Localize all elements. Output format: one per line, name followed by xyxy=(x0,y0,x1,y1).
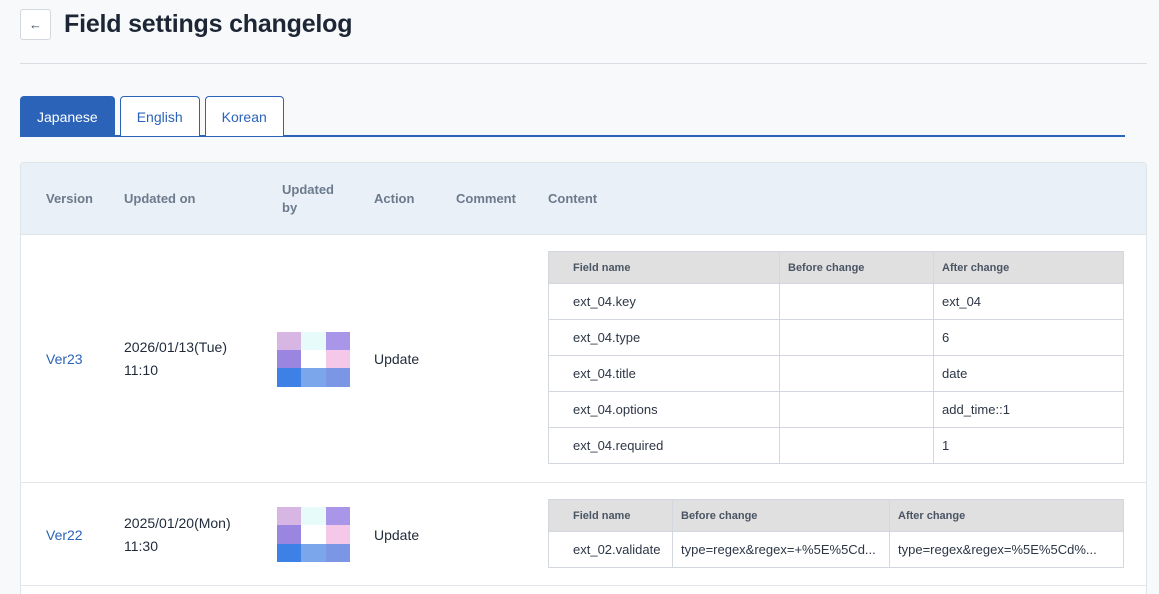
avatar-pixel xyxy=(301,349,326,369)
updated-by-cell xyxy=(277,235,350,483)
avatar-pixel xyxy=(325,507,350,526)
diff-row: ext_04.key ext_04 xyxy=(548,283,1124,320)
changelog-table: Version Updated on Updated by Action Com… xyxy=(20,162,1147,594)
diff-field-name: ext_04.required xyxy=(548,427,780,464)
diff-row: ext_04.options add_time::1 xyxy=(548,391,1124,428)
diff-header-before: Before change xyxy=(779,251,934,284)
diff-before xyxy=(779,355,934,392)
updated-on-cell: 2025/01/20(Mon) 11:30 xyxy=(124,483,231,586)
avatar-pixel xyxy=(325,331,350,350)
column-content: Content xyxy=(548,191,598,206)
diff-header-before: Before change xyxy=(672,499,890,532)
avatar-pixel xyxy=(325,349,350,369)
diff-header-row: Field name Before change After change xyxy=(548,251,1124,284)
diff-before xyxy=(779,427,934,464)
update-time: 11:30 xyxy=(124,537,158,554)
avatar-pixel xyxy=(277,349,302,369)
diff-after: ext_04 xyxy=(933,283,1124,320)
diff-header-field-name: Field name xyxy=(548,499,673,532)
diff-field-name: ext_04.options xyxy=(548,391,780,428)
avatar-pixel xyxy=(277,507,302,526)
column-updated-by-line1: Updated xyxy=(282,182,334,197)
diff-header-field-name: Field name xyxy=(548,251,780,284)
diff-header-after: After change xyxy=(889,499,1124,532)
diff-header-row: Field name Before change After change xyxy=(548,499,1124,532)
arrow-left-icon: ← xyxy=(29,16,42,32)
diff-field-name: ext_04.type xyxy=(548,319,780,356)
update-time: 11:10 xyxy=(124,362,158,378)
diff-field-name: ext_02.validate xyxy=(548,531,673,568)
header-divider xyxy=(20,63,1147,64)
diff-row: ext_04.type 6 xyxy=(548,319,1124,356)
update-date: 2026/01/13(Tue) xyxy=(124,339,227,355)
column-action: Action xyxy=(374,191,415,206)
avatar-pixel xyxy=(301,331,326,350)
avatar-pixel xyxy=(277,525,302,544)
avatar xyxy=(277,507,350,562)
diff-after: date xyxy=(933,355,1124,392)
avatar-pixel xyxy=(301,368,326,387)
table-row: Ver23 2026/01/13(Tue) 11:10 Update Field… xyxy=(21,235,1146,483)
avatar-pixel xyxy=(325,368,350,387)
diff-after: 6 xyxy=(933,319,1124,356)
diff-after: 1 xyxy=(933,427,1124,464)
column-updated-by-line2: by xyxy=(282,200,298,215)
avatar-pixel xyxy=(277,331,302,350)
column-comment: Comment xyxy=(456,191,516,206)
page-header: ← Field settings changelog xyxy=(20,8,352,40)
page-title: Field settings changelog xyxy=(64,9,353,38)
tab-english[interactable]: English xyxy=(119,96,200,136)
diff-before: type=regex&regex=+%5E%5Cd... xyxy=(672,531,890,568)
column-updated-by: Updated by xyxy=(282,163,334,235)
back-button[interactable]: ← xyxy=(20,8,51,40)
avatar-pixel xyxy=(277,543,302,562)
content-diff-table: Field name Before change After change ex… xyxy=(548,499,1124,568)
language-tabs: Japanese English Korean xyxy=(20,96,1125,137)
avatar-pixel xyxy=(277,368,302,387)
tab-korean[interactable]: Korean xyxy=(204,96,284,136)
diff-field-name: ext_04.title xyxy=(548,355,780,392)
diff-row: ext_04.title date xyxy=(548,355,1124,392)
diff-before xyxy=(779,391,934,428)
column-version: Version xyxy=(46,191,93,206)
avatar-pixel xyxy=(325,543,350,562)
table-header: Version Updated on Updated by Action Com… xyxy=(21,163,1146,235)
diff-row: ext_04.required 1 xyxy=(548,427,1124,464)
version-link[interactable]: Ver22 xyxy=(46,483,83,586)
avatar-pixel xyxy=(301,525,326,544)
version-link[interactable]: Ver23 xyxy=(46,235,83,483)
avatar-pixel xyxy=(301,543,326,562)
tab-japanese[interactable]: Japanese xyxy=(20,96,115,136)
updated-on-cell: 2026/01/13(Tue) 11:10 xyxy=(124,235,227,483)
update-date: 2025/01/20(Mon) xyxy=(124,514,231,531)
action-cell: Update xyxy=(374,351,420,367)
diff-row: ext_02.validate type=regex&regex=+%5E%5C… xyxy=(548,531,1124,568)
diff-before xyxy=(779,319,934,356)
updated-by-cell xyxy=(277,483,350,586)
table-row: Ver22 2025/01/20(Mon) 11:30 Update Field… xyxy=(21,483,1146,586)
avatar-pixel xyxy=(301,507,326,526)
content-diff-table: Field name Before change After change ex… xyxy=(548,251,1124,464)
action-cell: Update xyxy=(374,526,420,543)
diff-before xyxy=(779,283,934,320)
avatar xyxy=(277,331,350,387)
diff-after: add_time::1 xyxy=(933,391,1124,428)
diff-header-after: After change xyxy=(933,251,1124,284)
avatar-pixel xyxy=(325,525,350,544)
column-updated-on: Updated on xyxy=(124,191,196,206)
diff-after: type=regex&regex=%5E%5Cd%... xyxy=(889,531,1124,568)
diff-field-name: ext_04.key xyxy=(548,283,780,320)
